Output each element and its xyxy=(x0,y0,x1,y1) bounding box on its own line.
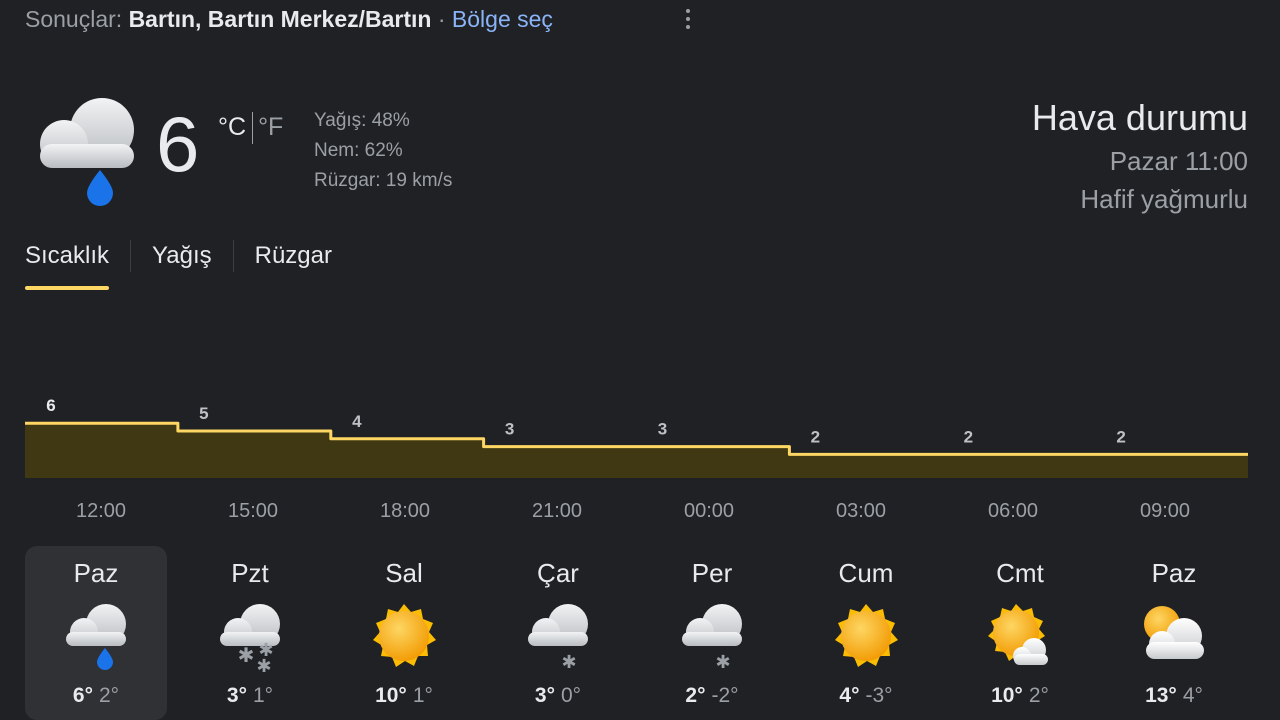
day-temperatures: 3° 1° xyxy=(179,684,321,708)
day-temperatures: 3° 0° xyxy=(487,684,629,708)
svg-text:✱: ✱ xyxy=(238,643,255,667)
day-card[interactable]: Cum 4° -3° xyxy=(795,546,937,720)
day-name: Pzt xyxy=(231,558,269,588)
day-name: Çar xyxy=(537,558,579,588)
tab-divider xyxy=(232,240,234,272)
data-label: 2 xyxy=(964,427,973,446)
tab-wind[interactable]: Rüzgar xyxy=(255,238,332,290)
day-card[interactable]: Paz 6° 2° xyxy=(25,546,167,720)
rain-icon xyxy=(66,604,126,670)
humidity-text: Nem: 62% xyxy=(314,140,403,161)
results-prefix: Sonuçlar: xyxy=(25,6,123,32)
data-label: 6 xyxy=(46,396,55,415)
daily-forecast: Paz 6° 2° Pzt ✱ ✱ ✱ 3° 1° Sal 10° 1° Çar ✱ 3° 0° Per ✱ 2° -… xyxy=(25,546,1255,720)
time-axis: 12:00 15:00 18:00 21:00 00:00 03:00 06:00 09:00 xyxy=(0,500,1280,528)
tab-temperature[interactable]: Sıcaklık xyxy=(25,238,110,290)
high-temp: 6° xyxy=(72,684,93,707)
weather-time: Pazar 11:00 xyxy=(1109,146,1248,176)
partly-cloudy-icon xyxy=(988,604,1048,665)
time-tick-label: 18:00 xyxy=(379,500,431,522)
day-card[interactable]: Per ✱ 2° -2° xyxy=(641,546,783,720)
more-options-icon[interactable] xyxy=(676,6,700,32)
data-label: 2 xyxy=(1116,427,1125,446)
day-card[interactable]: Sal 10° 1° xyxy=(333,546,475,720)
low-temp: 1° xyxy=(412,684,433,707)
time-tick-label: 15:00 xyxy=(227,500,279,522)
time-tick-label: 06:00 xyxy=(987,500,1039,522)
time-tick-label: 00:00 xyxy=(683,500,735,522)
day-card[interactable]: Pzt ✱ ✱ ✱ 3° 1° xyxy=(179,546,321,720)
day-card[interactable]: Paz 13° 4° xyxy=(1103,546,1245,720)
low-temp: 1° xyxy=(253,684,274,707)
separator: · xyxy=(437,6,446,32)
time-tick-label: 21:00 xyxy=(531,500,583,522)
day-temperatures: 10° 1° xyxy=(333,684,475,708)
time-tick-label: 03:00 xyxy=(835,500,887,522)
day-name: Paz xyxy=(73,558,119,588)
day-card[interactable]: Çar ✱ 3° 0° xyxy=(487,546,629,720)
low-temp: -3° xyxy=(865,684,893,707)
low-temp: 2° xyxy=(1028,684,1049,707)
high-temp: 10° xyxy=(991,684,1023,707)
high-temp: 3° xyxy=(534,684,555,707)
mostly-cloudy-icon xyxy=(1144,606,1204,659)
data-label: 2 xyxy=(811,427,820,446)
svg-text:✱: ✱ xyxy=(715,652,730,672)
data-label: 4 xyxy=(352,412,362,431)
high-temp: 4° xyxy=(839,684,860,707)
low-temp: 0° xyxy=(561,684,582,707)
snow-light-icon: ✱ xyxy=(682,604,742,672)
day-card[interactable]: Cmt 10° 2° xyxy=(949,546,1091,720)
low-temp: 4° xyxy=(1182,684,1203,707)
celsius-button[interactable]: °C xyxy=(218,113,246,141)
high-temp: 2° xyxy=(685,684,706,707)
data-label: 3 xyxy=(505,420,514,439)
snow-light-icon: ✱ xyxy=(528,604,588,672)
day-temperatures: 2° -2° xyxy=(641,684,783,708)
temperature-chart[interactable]: 6 5 4 3 3 2 2 2 xyxy=(0,360,1280,490)
day-temperatures: 6° 2° xyxy=(25,684,167,708)
sun-icon xyxy=(835,604,898,667)
data-label: 5 xyxy=(199,404,208,423)
weather-condition: Hafif yağmurlu xyxy=(1080,184,1248,214)
results-line: Sonuçlar: Bartın, Bartın Merkez/Bartın ·… xyxy=(25,4,553,34)
svg-text:✱: ✱ xyxy=(256,656,271,672)
current-details: Yağış: 48% Nem: 62% Rüzgar: 19 km/s xyxy=(314,106,452,196)
day-name: Paz xyxy=(1151,558,1197,588)
rain-icon xyxy=(40,98,134,206)
low-temp: 2° xyxy=(99,684,120,707)
high-temp: 13° xyxy=(1145,684,1177,707)
location-name: Bartın, Bartın Merkez/Bartın xyxy=(128,6,432,32)
low-temp: -2° xyxy=(711,684,739,707)
day-name: Cmt xyxy=(996,558,1044,588)
chart-tabs: Sıcaklık Yağış Rüzgar xyxy=(25,238,332,292)
data-label: 3 xyxy=(658,420,667,439)
day-temperatures: 13° 4° xyxy=(1103,684,1245,708)
weather-title-block: Hava durumu Pazar 11:00 Hafif yağmurlu xyxy=(1032,94,1248,218)
time-tick-label: 09:00 xyxy=(1139,500,1191,522)
fahrenheit-button[interactable]: °F xyxy=(258,113,283,141)
high-temp: 3° xyxy=(226,684,247,707)
time-tick-label: 12:00 xyxy=(75,500,127,522)
weather-title: Hava durumu xyxy=(1031,97,1248,138)
wind-text: Rüzgar: 19 km/s xyxy=(314,170,453,191)
day-name: Per xyxy=(691,558,733,588)
choose-region-link[interactable]: Bölge seç xyxy=(452,6,553,32)
weather-widget: Sonuçlar: Bartın, Bartın Merkez/Bartın ·… xyxy=(0,0,1280,720)
high-temp: 10° xyxy=(375,684,407,707)
unit-divider xyxy=(252,112,254,145)
svg-text:✱: ✱ xyxy=(561,652,576,672)
precipitation-text: Yağış: 48% xyxy=(314,110,410,131)
unit-switch: °C °F xyxy=(218,110,283,145)
day-temperatures: 4° -3° xyxy=(795,684,937,708)
sun-icon xyxy=(373,604,436,667)
tab-precipitation[interactable]: Yağış xyxy=(152,238,212,290)
snow-icon: ✱ ✱✱ xyxy=(220,604,280,672)
day-name: Sal xyxy=(385,558,423,588)
current-temperature: 6 xyxy=(156,100,200,188)
day-name: Cum xyxy=(838,558,894,588)
tab-divider xyxy=(130,240,132,272)
day-temperatures: 10° 2° xyxy=(949,684,1091,708)
